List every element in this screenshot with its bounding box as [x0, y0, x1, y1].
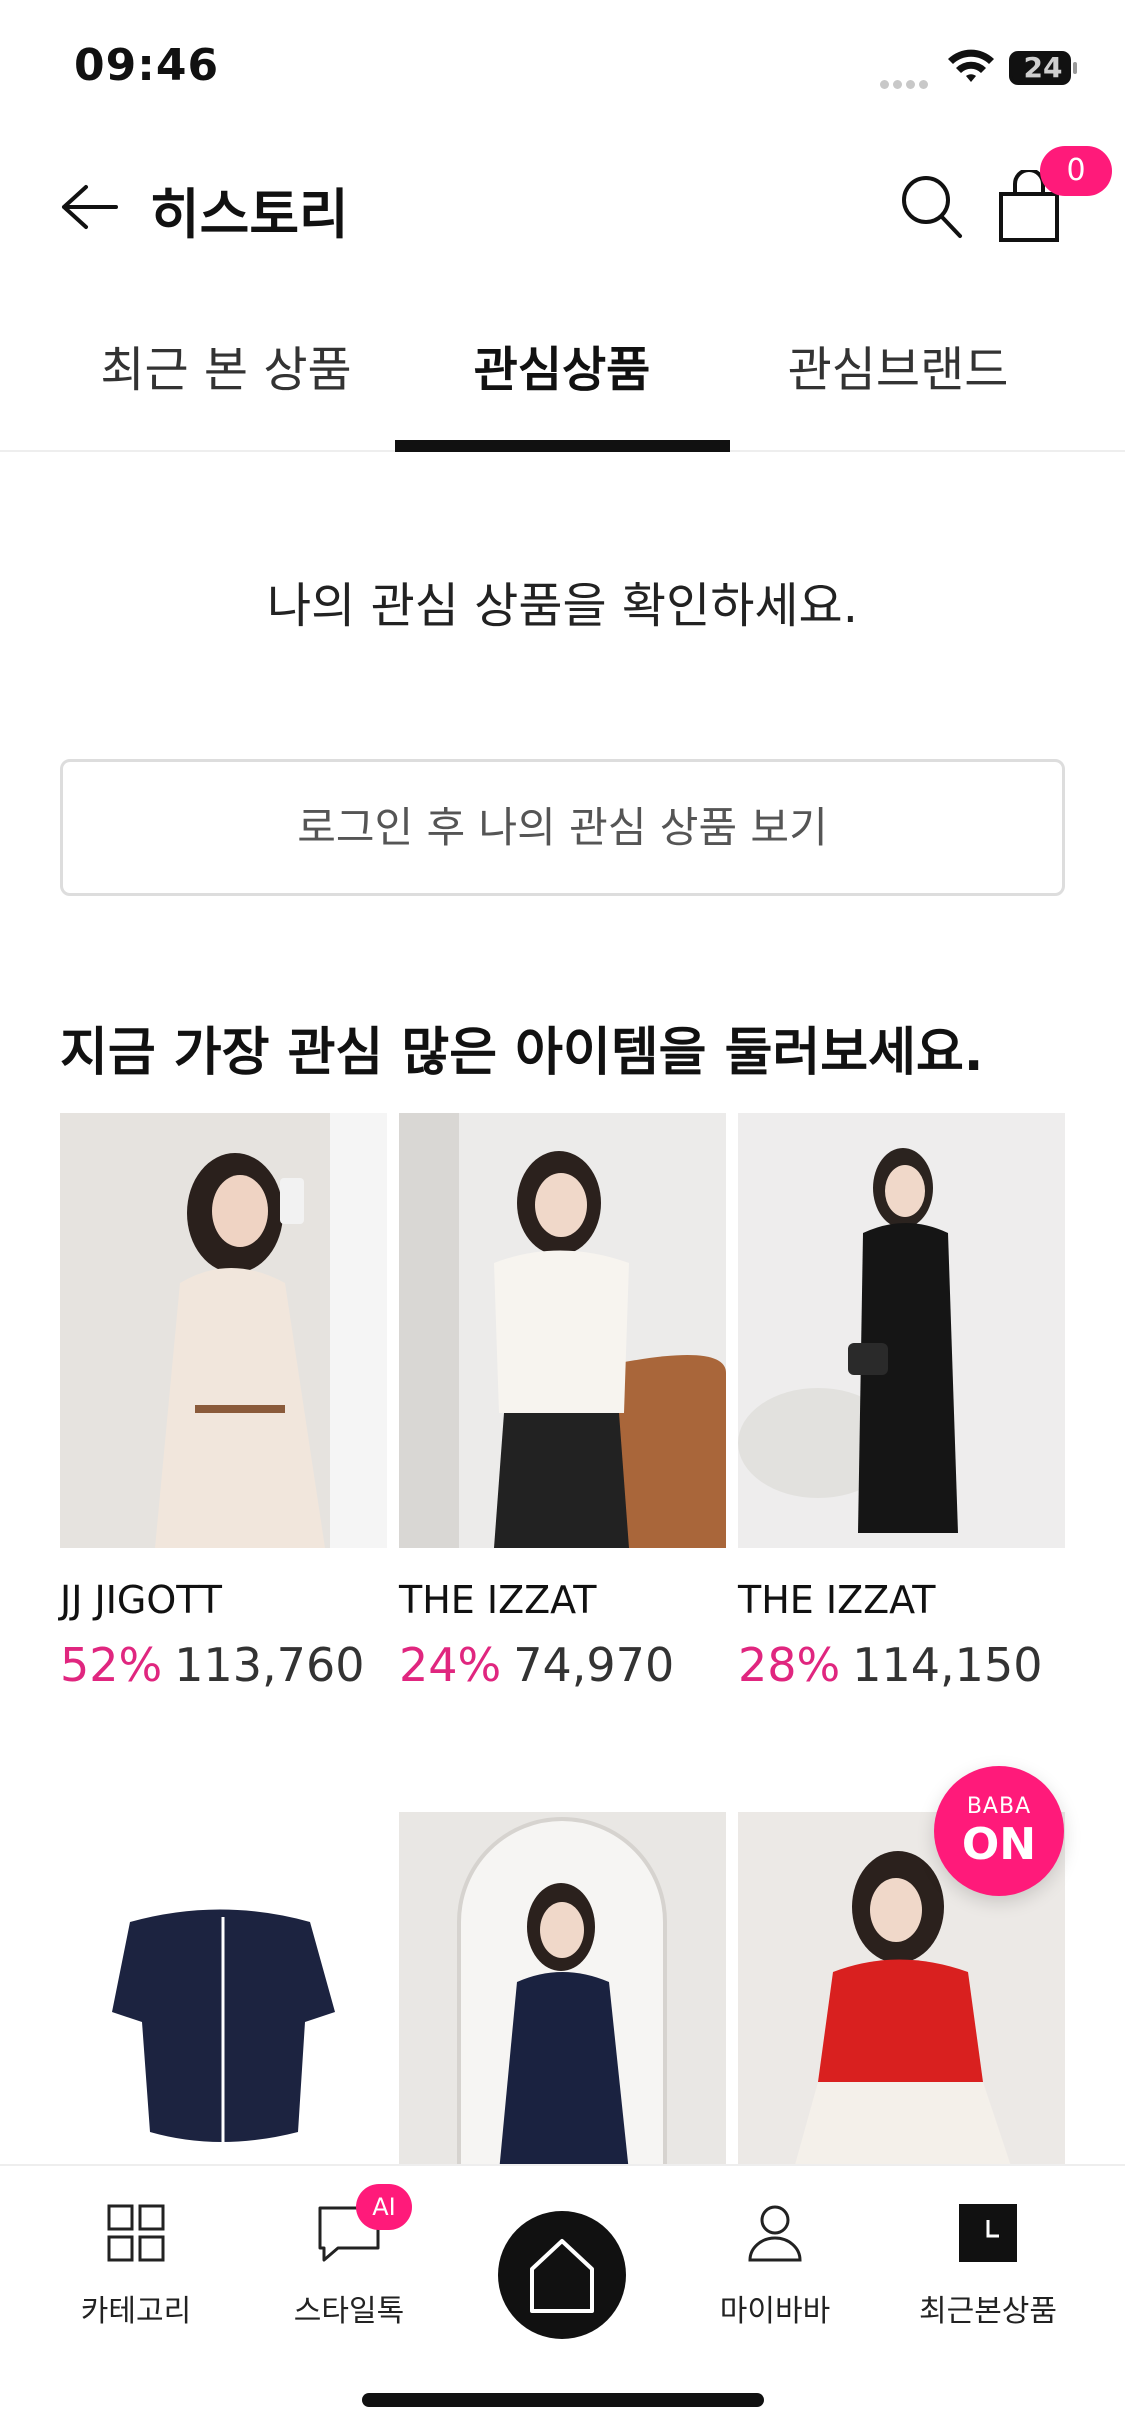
nav-recent-products[interactable]: 최근본상품	[898, 2198, 1078, 2330]
product-card[interactable]	[60, 1812, 387, 2172]
product-card[interactable]: THE IZZAT 28% 114,150	[738, 1113, 1065, 1692]
baba-on-button[interactable]: BABA ON	[934, 1766, 1064, 1896]
wifi-icon	[948, 49, 994, 82]
product-price-row: 28% 114,150	[738, 1638, 1065, 1692]
nav-styletalk[interactable]: 스타일톡	[259, 2198, 439, 2330]
search-icon[interactable]	[898, 172, 964, 240]
product-image[interactable]	[738, 1113, 1065, 1548]
product-image[interactable]	[399, 1812, 726, 2172]
discount-rate: 24%	[399, 1638, 502, 1692]
product-price: 114,150	[852, 1638, 1043, 1692]
product-card[interactable]: JJ JIGOTT 52% 113,760	[60, 1113, 387, 1692]
back-arrow-icon[interactable]	[60, 182, 120, 232]
login-button[interactable]: 로그인 후 나의 관심 상품 보기	[60, 759, 1065, 896]
home-indicator	[362, 2393, 764, 2407]
product-image[interactable]	[60, 1812, 387, 2172]
product-price-row: 52% 113,760	[60, 1638, 387, 1692]
nav-home-button[interactable]	[498, 2211, 626, 2339]
page-title: 히스토리	[150, 183, 349, 246]
status-time: 09:46	[74, 40, 220, 91]
category-grid-icon	[107, 2204, 165, 2262]
nav-label: 마이바바	[719, 2294, 831, 2329]
discount-rate: 28%	[738, 1638, 841, 1692]
baba-on-label-top: BABA	[966, 1794, 1032, 1819]
header: 히스토리 0	[0, 140, 1125, 270]
nav-label: 스타일톡	[293, 2294, 405, 2329]
product-brand: JJ JIGOTT	[60, 1578, 223, 1622]
empty-notice: 나의 관심 상품을 확인하세요.	[267, 578, 858, 634]
nav-mypage[interactable]: 마이바바	[685, 2198, 865, 2330]
battery-icon: 24	[1008, 50, 1078, 86]
product-brand: THE IZZAT	[399, 1578, 597, 1622]
nav-category[interactable]: 카테고리	[46, 2198, 226, 2330]
nav-label: 최근본상품	[919, 2294, 1057, 2329]
nav-label: 카테고리	[80, 2294, 192, 2329]
discount-rate: 52%	[60, 1638, 163, 1692]
product-price: 74,970	[513, 1638, 675, 1692]
home-icon	[530, 2239, 594, 2313]
tab-favorite-brands[interactable]: 관심브랜드	[728, 330, 1068, 400]
history-tabs: 최근 본 상품 관심상품 관심브랜드	[0, 300, 1125, 452]
product-price-row: 24% 74,970	[399, 1638, 726, 1692]
product-card[interactable]	[399, 1812, 726, 2172]
product-image[interactable]	[60, 1113, 387, 1548]
battery-level: 24	[1023, 51, 1063, 84]
product-image[interactable]	[399, 1113, 726, 1548]
recent-clock-icon	[959, 2204, 1017, 2262]
user-icon	[748, 2205, 802, 2262]
product-card[interactable]: THE IZZAT 24% 74,970	[399, 1113, 726, 1692]
cart-count-badge: 0	[1040, 146, 1112, 196]
section-title: 지금 가장 관심 많은 아이템을 둘러보세요.	[60, 1023, 984, 1083]
status-bar: 09:46 24	[0, 0, 1125, 135]
product-price: 113,760	[174, 1638, 365, 1692]
baba-on-label-bottom: ON	[961, 1819, 1037, 1870]
tab-wishlist[interactable]: 관심상품	[392, 330, 732, 400]
product-brand: THE IZZAT	[738, 1578, 936, 1622]
tab-recently-viewed[interactable]: 최근 본 상품	[56, 330, 396, 400]
signal-icon	[880, 74, 932, 93]
ai-badge: AI	[356, 2184, 412, 2230]
active-tab-indicator	[395, 440, 730, 452]
